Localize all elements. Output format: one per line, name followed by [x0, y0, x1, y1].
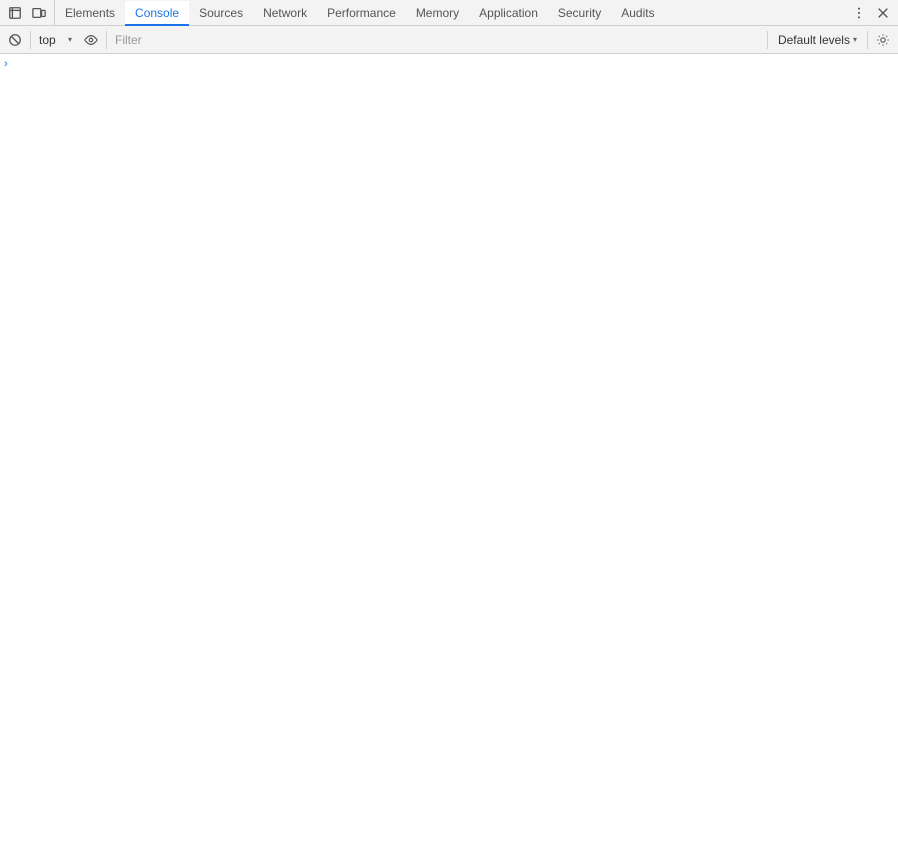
- console-toolbar: top ▾ Default levels ▾: [0, 26, 898, 54]
- clear-console-button[interactable]: [4, 29, 26, 51]
- more-options-icon[interactable]: [848, 2, 870, 24]
- close-devtools-icon[interactable]: [872, 2, 894, 24]
- default-levels-label: Default levels: [778, 33, 850, 47]
- tab-audits[interactable]: Audits: [611, 1, 664, 26]
- toolbar-separator-2: [106, 31, 107, 49]
- devtools-right-icons: [844, 0, 898, 25]
- tab-elements[interactable]: Elements: [55, 1, 125, 26]
- tab-network[interactable]: Network: [253, 1, 317, 26]
- tab-application[interactable]: Application: [469, 1, 548, 26]
- eye-button[interactable]: [80, 29, 102, 51]
- toolbar-separator-3: [767, 31, 768, 49]
- console-prompt[interactable]: ›: [0, 54, 898, 74]
- tab-performance[interactable]: Performance: [317, 1, 406, 26]
- toolbar-separator-1: [30, 31, 31, 49]
- tabs-container: Elements Console Sources Network Perform…: [55, 0, 844, 25]
- device-toolbar-icon[interactable]: [28, 2, 50, 24]
- console-content: ›: [0, 54, 898, 850]
- devtools-left-icons: [0, 0, 55, 25]
- context-select[interactable]: top: [35, 31, 74, 49]
- tab-sources[interactable]: Sources: [189, 1, 253, 26]
- tab-security[interactable]: Security: [548, 1, 611, 26]
- prompt-chevron-icon: ›: [4, 58, 8, 70]
- tab-console[interactable]: Console: [125, 1, 189, 26]
- console-settings-icon[interactable]: [872, 29, 894, 51]
- filter-input[interactable]: [111, 30, 763, 50]
- tab-memory[interactable]: Memory: [406, 1, 469, 26]
- tab-bar: Elements Console Sources Network Perform…: [0, 0, 898, 26]
- toolbar-separator-4: [867, 31, 868, 49]
- context-select-wrapper[interactable]: top ▾: [35, 31, 74, 49]
- default-levels-button[interactable]: Default levels ▾: [772, 31, 863, 49]
- levels-dropdown-arrow: ▾: [853, 35, 857, 44]
- inspect-element-icon[interactable]: [4, 2, 26, 24]
